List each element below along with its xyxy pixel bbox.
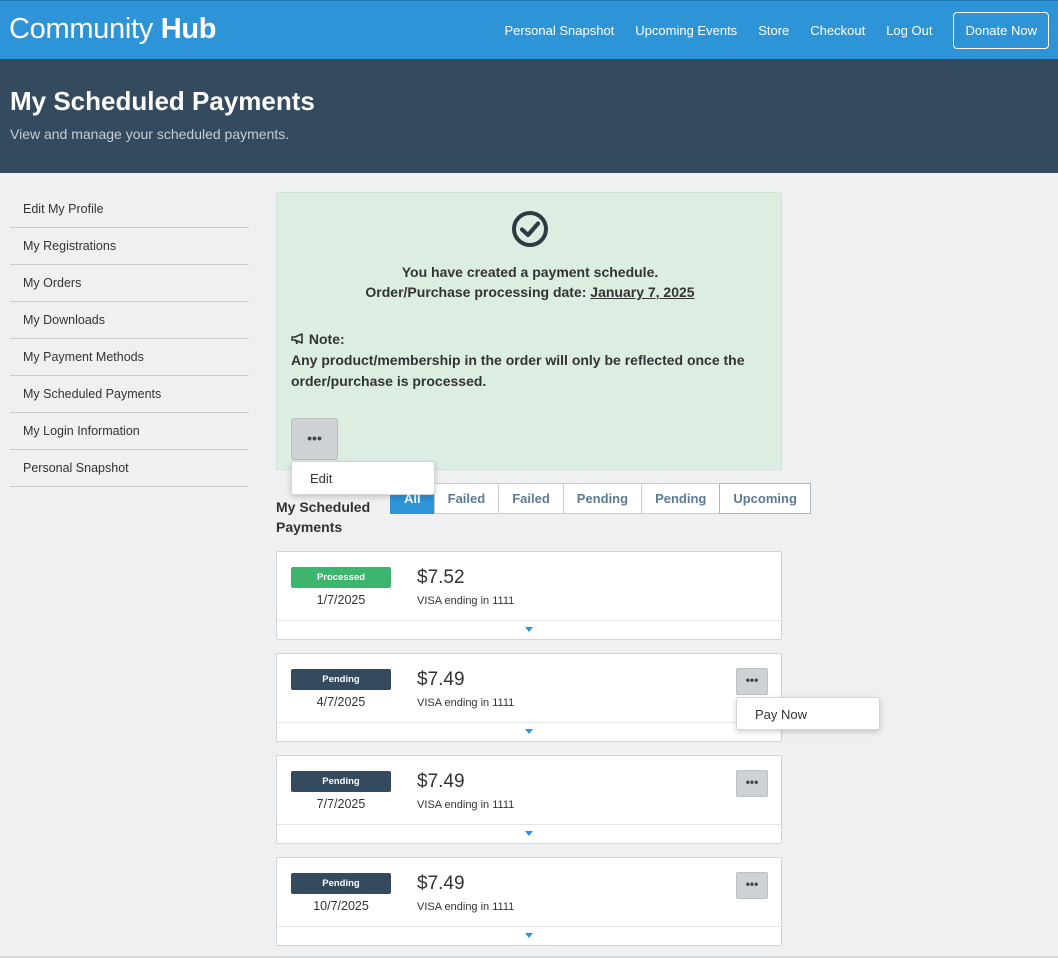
filter-pending[interactable]: Pending <box>562 483 643 514</box>
payment-date: 10/7/2025 <box>313 899 369 913</box>
payment-card: Pending 7/7/2025 $7.49 VISA ending in 11… <box>276 755 782 844</box>
sidebar-item-payment-methods[interactable]: My Payment Methods <box>10 339 249 376</box>
sidebar-item-scheduled-payments[interactable]: My Scheduled Payments <box>10 376 249 413</box>
note-title: Note: <box>291 331 345 347</box>
status-badge: Pending <box>291 771 391 792</box>
status-badge: Pending <box>291 669 391 690</box>
sidebar-item-login-information[interactable]: My Login Information <box>10 413 249 450</box>
payment-options-button[interactable]: ••• <box>736 872 768 899</box>
megaphone-icon <box>291 333 303 344</box>
sidebar-item-personal-snapshot[interactable]: Personal Snapshot <box>10 450 249 487</box>
brand-text-bold: Hub <box>160 13 217 45</box>
check-circle-icon <box>512 211 548 247</box>
nav-log-out[interactable]: Log Out <box>886 23 932 38</box>
payment-amount: $7.52 <box>417 567 465 588</box>
payment-amount: $7.49 <box>417 873 465 894</box>
filter-upcoming[interactable]: Upcoming <box>719 483 811 514</box>
chevron-down-icon[interactable] <box>525 729 533 734</box>
success-alert: You have created a payment schedule. Ord… <box>276 192 782 470</box>
payment-method: VISA ending in 1111 <box>417 697 515 709</box>
card-divider <box>277 620 781 621</box>
note-title-text: Note: <box>308 331 345 347</box>
chevron-down-icon[interactable] <box>525 933 533 938</box>
payment-method: VISA ending in 1111 <box>417 901 515 913</box>
sidebar-item-edit-profile[interactable]: Edit My Profile <box>10 191 249 228</box>
edit-menu-option[interactable]: Edit <box>291 461 435 495</box>
nav-upcoming-events[interactable]: Upcoming Events <box>635 23 737 38</box>
payment-options-button[interactable]: ••• <box>736 668 768 695</box>
payment-date: 7/7/2025 <box>316 797 366 811</box>
status-badge: Pending <box>291 873 391 894</box>
payment-amount: $7.49 <box>417 669 465 690</box>
payment-date: 1/7/2025 <box>316 593 366 607</box>
schedule-options-button[interactable]: ••• <box>291 418 338 460</box>
sidebar-item-registrations[interactable]: My Registrations <box>10 228 249 265</box>
account-sidebar: Edit My Profile My Registrations My Orde… <box>10 191 249 487</box>
top-navbar: Community Hub Personal Snapshot Upcoming… <box>0 0 1058 59</box>
payment-filter-tabs: All Failed Failed Pending Pending Upcomi… <box>390 483 811 514</box>
card-divider <box>277 722 781 723</box>
nav-store[interactable]: Store <box>758 23 789 38</box>
success-line-1: You have created a payment schedule. <box>401 264 659 280</box>
brand-logo[interactable]: Community Hub <box>9 13 217 46</box>
card-divider <box>277 926 781 927</box>
chevron-down-icon[interactable] <box>525 831 533 836</box>
page-title: My Scheduled Payments <box>10 86 315 116</box>
payment-method: VISA ending in 1111 <box>417 799 515 811</box>
payment-date: 4/7/2025 <box>316 695 366 709</box>
page-subtitle: View and manage your scheduled payments. <box>10 126 290 142</box>
payment-options-button[interactable]: ••• <box>736 770 768 797</box>
payment-amount: $7.49 <box>417 771 465 792</box>
processing-date: January 7, 2025 <box>590 284 695 300</box>
brand-text-light: Community <box>9 13 153 45</box>
filter-failed[interactable]: Failed <box>433 483 500 514</box>
sidebar-item-orders[interactable]: My Orders <box>10 265 249 302</box>
status-badge: Processed <box>291 567 391 588</box>
sidebar-item-downloads[interactable]: My Downloads <box>10 302 249 339</box>
success-line-2: Order/Purchase processing date: January … <box>277 282 783 302</box>
scheduled-payments-label: My Scheduled Payments <box>276 499 371 535</box>
donate-now-button[interactable]: Donate Now <box>953 12 1049 49</box>
chevron-down-icon[interactable] <box>525 627 533 632</box>
filter-failed-2[interactable]: Failed <box>498 483 564 514</box>
nav-personal-snapshot[interactable]: Personal Snapshot <box>504 23 614 38</box>
nav-checkout[interactable]: Checkout <box>810 23 865 38</box>
payment-method: VISA ending in 1111 <box>417 595 515 607</box>
filter-pending-2[interactable]: Pending <box>641 483 721 514</box>
processing-date-label: Order/Purchase processing date: <box>365 284 591 300</box>
note-text: Any product/membership in the order will… <box>291 352 745 389</box>
payment-card: Pending 10/7/2025 $7.49 VISA ending in 1… <box>276 857 782 946</box>
pay-now-menu-option[interactable]: Pay Now <box>736 697 880 730</box>
payment-card: Pending 4/7/2025 $7.49 VISA ending in 11… <box>276 653 782 742</box>
main-nav: Personal Snapshot Upcoming Events Store … <box>504 1 1058 60</box>
success-message: You have created a payment schedule. Ord… <box>277 262 783 302</box>
card-divider <box>277 824 781 825</box>
page-header: My Scheduled Payments View and manage yo… <box>0 59 1058 173</box>
payment-card: Processed 1/7/2025 $7.52 VISA ending in … <box>276 551 782 640</box>
